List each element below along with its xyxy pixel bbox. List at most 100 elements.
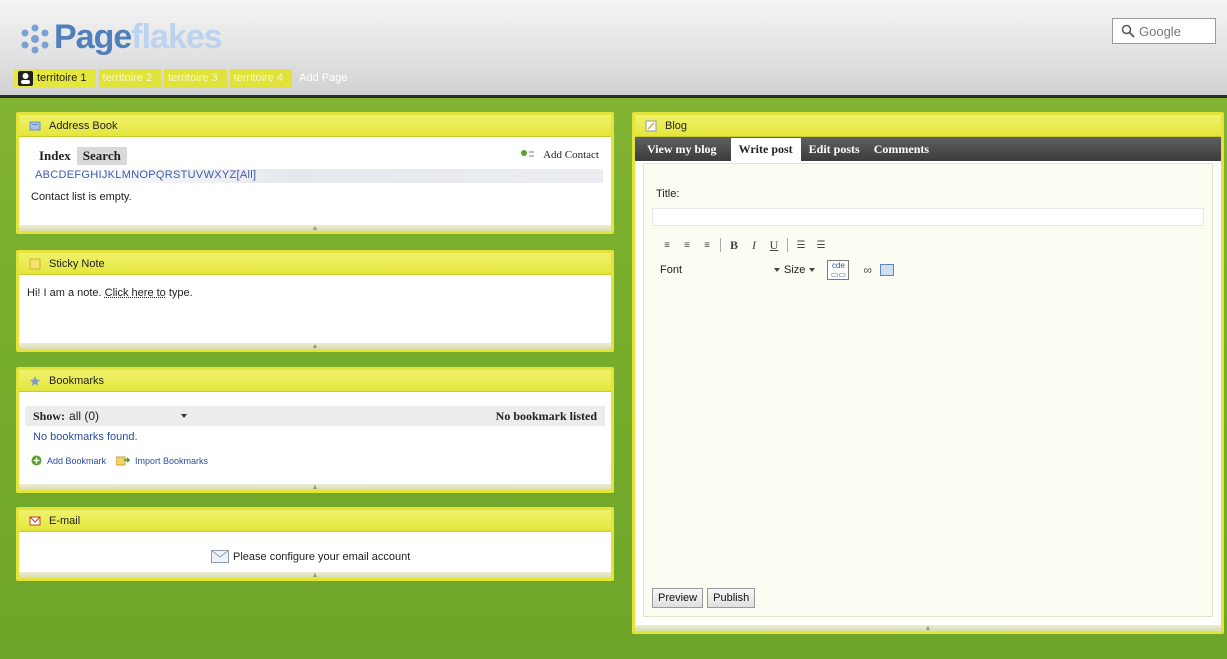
search-placeholder: Google bbox=[1139, 23, 1181, 39]
widget-title: Address Book bbox=[49, 119, 118, 132]
add-page-tab[interactable]: Add Page bbox=[295, 69, 356, 88]
address-book-tabs: Index Search bbox=[33, 147, 127, 165]
logo-text-page: Page bbox=[54, 18, 132, 56]
bookmark-filter-select[interactable]: all (0) bbox=[69, 409, 99, 423]
tab-label: territoire 1 bbox=[37, 71, 87, 84]
envelope-icon bbox=[211, 550, 229, 563]
add-contact-icon bbox=[521, 150, 535, 157]
note-text-before: Hi! I am a note. bbox=[27, 287, 105, 299]
sticky-note-icon bbox=[29, 258, 41, 269]
post-editor: Title: ≡ ≡ ≡ B I U ☰ ☰ Font Size cde ▭▭ ∞… bbox=[643, 163, 1213, 617]
gmail-icon bbox=[29, 516, 41, 525]
bookmarks-icon bbox=[30, 375, 40, 386]
tab-write-post[interactable]: Write post bbox=[730, 138, 801, 161]
publish-button[interactable]: Publish bbox=[707, 588, 756, 608]
bold-icon[interactable]: B bbox=[727, 238, 741, 252]
add-bookmark-link[interactable]: Add Bookmark bbox=[47, 456, 106, 466]
align-center-icon[interactable]: ≡ bbox=[680, 238, 694, 252]
page-tabs: territoire 1 territoire 2 territoire 3 t… bbox=[14, 68, 359, 88]
widget-footer: ▲ bbox=[19, 225, 611, 232]
toolbar-divider bbox=[787, 238, 788, 252]
note-edit-link[interactable]: Click here to bbox=[105, 287, 166, 299]
blog-tabs: View my blog Write post Edit posts Comme… bbox=[635, 137, 1221, 161]
address-book-titlebar[interactable]: Address Book bbox=[19, 115, 611, 137]
post-title-input[interactable] bbox=[652, 208, 1204, 226]
bookmark-status: No bookmark listed bbox=[495, 408, 597, 423]
code-button[interactable]: cde ▭▭ bbox=[827, 260, 850, 280]
widget-footer: ▲ bbox=[19, 484, 611, 491]
align-left-icon[interactable]: ≡ bbox=[660, 238, 674, 252]
numbered-list-icon[interactable]: ☰ bbox=[814, 238, 828, 252]
font-select[interactable]: Font bbox=[660, 264, 770, 276]
email-titlebar[interactable]: E-mail bbox=[19, 510, 611, 532]
align-right-icon[interactable]: ≡ bbox=[700, 238, 714, 252]
import-icon bbox=[116, 456, 131, 466]
widget-title: Blog bbox=[665, 119, 688, 132]
bookmarks-titlebar[interactable]: Bookmarks bbox=[19, 370, 611, 392]
resize-grip-icon[interactable]: ▲ bbox=[311, 484, 319, 491]
editor-toolbar: ≡ ≡ ≡ B I U ☰ ☰ bbox=[660, 238, 828, 252]
italic-icon[interactable]: I bbox=[747, 238, 761, 252]
address-book-widget: Address Book Index Search Add Contact AB… bbox=[16, 112, 614, 234]
underline-icon[interactable]: U bbox=[767, 238, 781, 252]
tab-comments[interactable]: Comments bbox=[874, 142, 939, 161]
widget-footer: ▲ bbox=[19, 572, 611, 579]
post-title-label: Title: bbox=[656, 188, 680, 200]
snowflake-icon bbox=[21, 24, 49, 54]
size-select[interactable]: Size bbox=[784, 264, 805, 276]
code-label: cde bbox=[831, 261, 845, 270]
search-input[interactable]: Google bbox=[1112, 18, 1216, 44]
widget-footer: ▲ bbox=[635, 625, 1221, 632]
add-contact-button[interactable]: Add Contact bbox=[519, 149, 599, 161]
editor-actions: Preview Publish bbox=[652, 588, 756, 608]
address-book-icon bbox=[29, 121, 41, 130]
user-icon bbox=[18, 70, 33, 86]
toolbar-divider bbox=[720, 238, 721, 252]
pageflakes-logo[interactable]: Page flakes bbox=[18, 6, 223, 56]
email-message-text: Please configure your email account bbox=[233, 550, 411, 563]
no-bookmarks-text: No bookmarks found. bbox=[33, 431, 138, 443]
note-text-after: type. bbox=[165, 287, 193, 299]
link-icon[interactable]: ∞ bbox=[863, 263, 872, 277]
tab-territoire-1[interactable]: territoire 1 bbox=[14, 68, 96, 88]
add-contact-label: Add Contact bbox=[543, 149, 599, 161]
blog-widget: Blog View my blog Write post Edit posts … bbox=[632, 112, 1224, 634]
image-icon[interactable] bbox=[879, 264, 894, 276]
bookmark-actions: Add Bookmark Import Bookmarks bbox=[31, 455, 208, 466]
empty-contacts-text: Contact list is empty. bbox=[31, 191, 132, 203]
alphabet-index[interactable]: ABCDEFGHIJKLMNOPQRSTUVWXYZ[All] bbox=[35, 169, 603, 183]
chevron-down-icon[interactable] bbox=[809, 267, 816, 272]
logo-text-flakes: flakes bbox=[131, 18, 222, 56]
sticky-note-titlebar[interactable]: Sticky Note bbox=[19, 253, 611, 275]
import-bookmarks-link[interactable]: Import Bookmarks bbox=[135, 456, 208, 466]
widget-title: E-mail bbox=[49, 514, 81, 527]
tab-territoire-2[interactable]: territoire 2 bbox=[98, 68, 162, 88]
show-label: Show: bbox=[33, 408, 66, 423]
preview-button[interactable]: Preview bbox=[652, 588, 704, 608]
tab-territoire-4[interactable]: territoire 4 bbox=[229, 68, 293, 88]
email-configure-message[interactable]: Please configure your email account bbox=[211, 550, 410, 563]
font-controls: Font Size cde ▭▭ ∞ bbox=[660, 260, 894, 280]
blog-titlebar[interactable]: Blog bbox=[635, 115, 1221, 137]
sticky-note-widget: Sticky Note Hi! I am a note. Click here … bbox=[16, 250, 614, 352]
tab-view-my-blog[interactable]: View my blog bbox=[647, 142, 727, 161]
resize-grip-icon[interactable]: ▲ bbox=[311, 572, 319, 579]
tab-index[interactable]: Index bbox=[33, 147, 77, 165]
tab-search[interactable]: Search bbox=[76, 147, 127, 165]
note-body[interactable]: Hi! I am a note. Click here to type. bbox=[27, 287, 193, 299]
add-icon bbox=[31, 455, 42, 466]
bookmark-filter-row: Show: all (0) No bookmark listed bbox=[25, 406, 605, 426]
resize-grip-icon[interactable]: ▲ bbox=[311, 343, 319, 350]
tab-edit-posts[interactable]: Edit posts bbox=[809, 142, 870, 161]
widget-title: Sticky Note bbox=[49, 257, 105, 270]
bullet-list-icon[interactable]: ☰ bbox=[794, 238, 808, 252]
resize-grip-icon[interactable]: ▲ bbox=[924, 625, 932, 632]
widget-title: Bookmarks bbox=[49, 374, 105, 387]
tab-territoire-3[interactable]: territoire 3 bbox=[164, 68, 227, 88]
resize-grip-icon[interactable]: ▲ bbox=[311, 225, 319, 232]
chevron-down-icon[interactable] bbox=[774, 267, 780, 272]
email-widget: E-mail Please configure your email accou… bbox=[16, 507, 614, 581]
chevron-down-icon[interactable] bbox=[181, 414, 187, 418]
blog-icon bbox=[645, 120, 657, 131]
search-icon bbox=[1121, 24, 1135, 38]
